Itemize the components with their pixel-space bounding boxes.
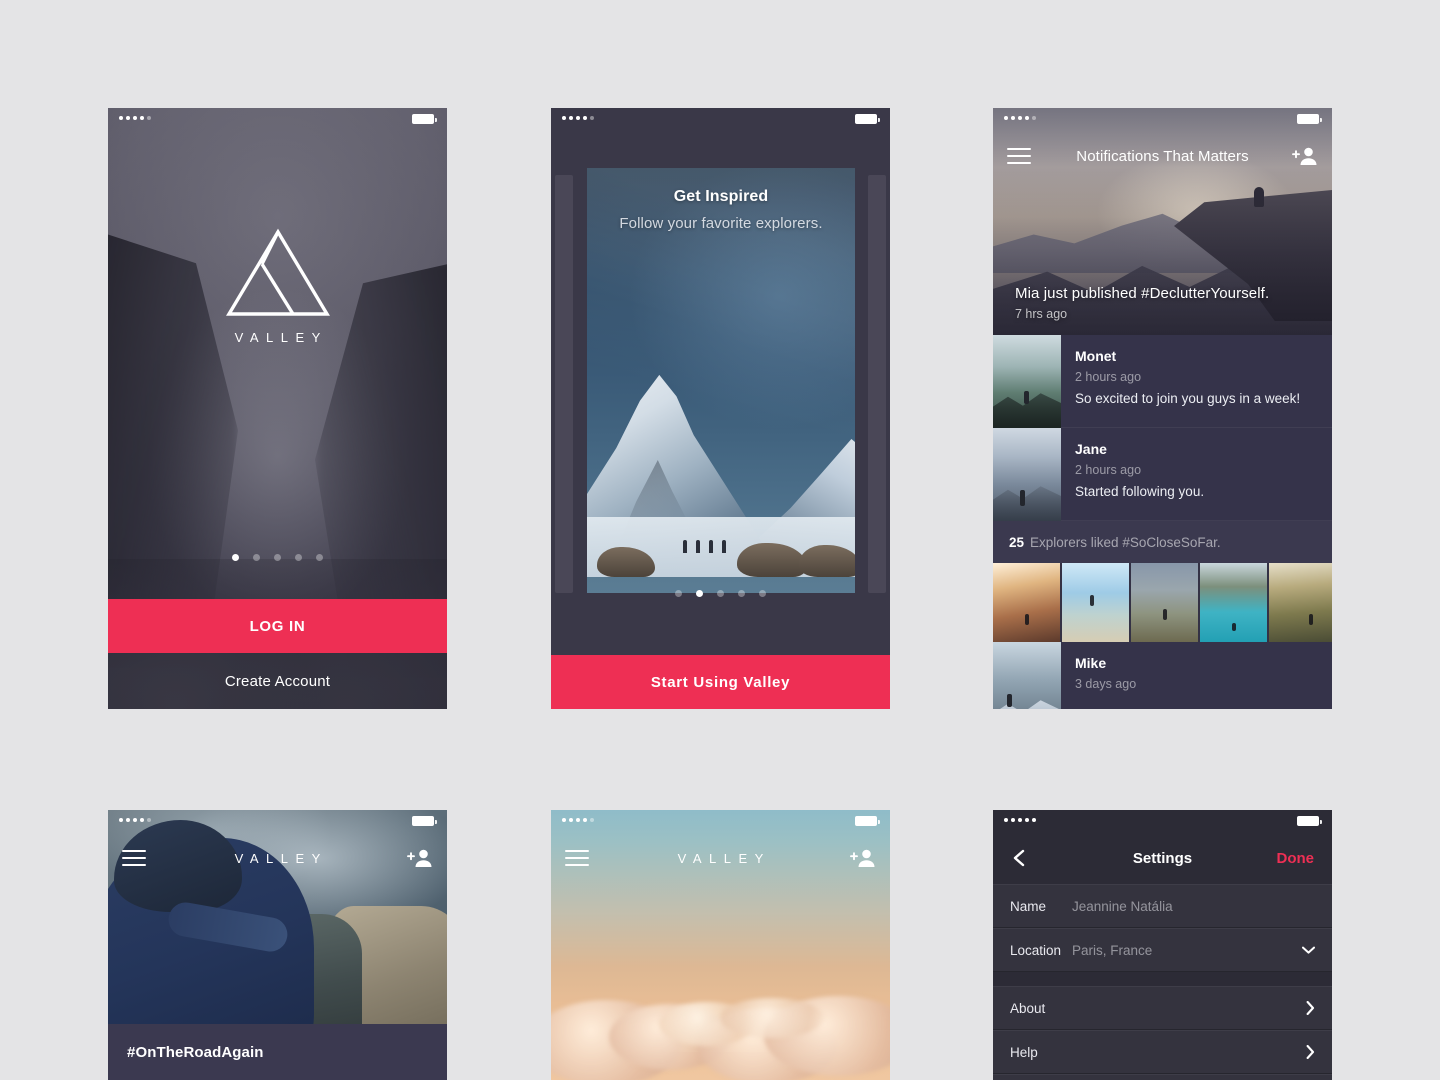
notification-thumbnail — [993, 335, 1061, 428]
onboarding-subtitle: Follow your favorite explorers. — [619, 215, 823, 232]
onboarding-card[interactable]: Get Inspired Follow your favorite explor… — [587, 168, 855, 593]
notification-row[interactable]: Jane 2 hours ago Started following you. — [993, 428, 1332, 521]
photo-thumbnail[interactable] — [1062, 563, 1129, 642]
page-title: Notifications That Matters — [1076, 147, 1249, 165]
notification-content: Jane 2 hours ago Started following you. — [1061, 428, 1332, 520]
phone-screen-settings: Settings Done Name Jeannine Natália Loca… — [993, 810, 1332, 1080]
liked-text: Explorers liked #SoCloseSoFar. — [1030, 534, 1221, 550]
settings-link-extra[interactable] — [993, 1074, 1332, 1080]
hero-caption: Mia just published #DeclutterYourself. 7… — [1015, 285, 1269, 321]
phone-screen-onboarding: Get Inspired Follow your favorite explor… — [551, 108, 890, 709]
notification-row[interactable]: Mike 3 days ago — [993, 642, 1332, 709]
add-person-icon[interactable] — [407, 848, 433, 868]
valley-triangle-icon — [225, 228, 330, 316]
settings-section-divider — [993, 972, 1332, 986]
onboarding-pager-dots[interactable] — [108, 554, 447, 561]
phone-screen-feed-clouds: VALLEY — [551, 810, 890, 1080]
liked-photo-strip[interactable] — [993, 563, 1332, 642]
chevron-down-icon[interactable] — [1302, 946, 1315, 954]
card-rock — [799, 545, 855, 577]
onboarding-pager-dots[interactable] — [551, 590, 890, 597]
notifications-navbar: Notifications That Matters — [993, 130, 1332, 182]
feed-navbar: VALLEY — [551, 832, 890, 884]
photo-thumbnail[interactable] — [1269, 563, 1332, 642]
location-input[interactable]: Paris, France — [1072, 943, 1152, 958]
done-button[interactable]: Done — [1277, 850, 1315, 867]
field-label: Location — [1010, 942, 1062, 958]
name-input[interactable]: Jeannine Natália — [1072, 899, 1173, 914]
notification-time: 3 days ago — [1075, 677, 1137, 691]
start-using-valley-button[interactable]: Start Using Valley — [551, 655, 890, 709]
add-person-icon[interactable] — [850, 848, 876, 868]
notification-message: So excited to join you guys in a week! — [1075, 391, 1301, 406]
notification-thumbnail — [993, 428, 1061, 521]
notification-row[interactable]: Monet 2 hours ago So excited to join you… — [993, 335, 1332, 428]
field-label: Name — [1010, 898, 1047, 914]
hamburger-icon[interactable] — [122, 850, 146, 866]
settings-field-location[interactable]: Location Paris, France — [993, 928, 1332, 972]
hero-timestamp: 7 hrs ago — [1015, 307, 1068, 321]
photo-thumbnail[interactable] — [993, 563, 1060, 642]
settings-field-name[interactable]: Name Jeannine Natália — [993, 884, 1332, 928]
notification-content: Monet 2 hours ago So excited to join you… — [1061, 335, 1332, 427]
phone-screen-notifications: Mia just published #DeclutterYourself. 7… — [993, 108, 1332, 709]
card-hikers — [683, 540, 726, 553]
settings-navbar: Settings Done — [993, 832, 1332, 884]
post-hashtag: #OnTheRoadAgain — [127, 1043, 264, 1061]
hamburger-icon[interactable] — [565, 850, 589, 866]
phone-screen-feed-post: VALLEY #OnTheRoadAgain — [108, 810, 447, 1080]
cloud — [720, 998, 824, 1038]
phone-screen-splash-login: VALLEY LOG IN Create Account — [108, 108, 447, 709]
notification-content: Mike 3 days ago — [1061, 642, 1332, 709]
hamburger-icon[interactable] — [1007, 148, 1031, 164]
chevron-right-icon — [1306, 1001, 1315, 1015]
app-logo: VALLEY — [108, 226, 447, 345]
notification-name: Monet — [1075, 348, 1117, 364]
onboarding-title: Get Inspired — [673, 188, 769, 205]
photo-thumbnail[interactable] — [1131, 563, 1198, 642]
page-title: VALLEY — [234, 850, 328, 866]
chevron-right-icon — [1306, 1045, 1315, 1059]
onboarding-card-text: Get Inspired Follow your favorite explor… — [587, 188, 855, 232]
notification-name: Mike — [1075, 655, 1107, 671]
logo-wordmark: VALLEY — [234, 330, 328, 345]
chevron-left-icon[interactable] — [1011, 849, 1027, 867]
notification-message: Started following you. — [1075, 484, 1205, 499]
notification-name: Jane — [1075, 441, 1107, 457]
post-caption-bar[interactable]: #OnTheRoadAgain — [108, 1024, 447, 1080]
hero-message: Mia just published #DeclutterYourself. — [1015, 285, 1270, 302]
create-account-button[interactable]: Create Account — [108, 653, 447, 709]
settings-link-help[interactable]: Help — [993, 1030, 1332, 1074]
liked-count: 25 — [1009, 534, 1025, 550]
add-person-icon[interactable] — [1292, 146, 1318, 166]
liked-summary-row[interactable]: 25 Explorers liked #SoCloseSoFar. — [993, 521, 1332, 563]
screenshot-canvas: VALLEY LOG IN Create Account Get Inspire… — [0, 0, 1440, 1080]
feed-navbar: VALLEY — [108, 832, 447, 884]
settings-link-about[interactable]: About — [993, 986, 1332, 1030]
carousel-card-next[interactable] — [868, 175, 886, 593]
notification-time: 2 hours ago — [1075, 370, 1142, 384]
link-label: Help — [1010, 1044, 1038, 1060]
notification-thumbnail — [993, 642, 1061, 709]
photo-thumbnail[interactable] — [1200, 563, 1267, 642]
carousel-card-previous[interactable] — [555, 175, 573, 593]
notification-time: 2 hours ago — [1075, 463, 1142, 477]
login-button[interactable]: LOG IN — [108, 599, 447, 653]
page-title: VALLEY — [677, 850, 771, 866]
link-label: About — [1010, 1000, 1046, 1016]
